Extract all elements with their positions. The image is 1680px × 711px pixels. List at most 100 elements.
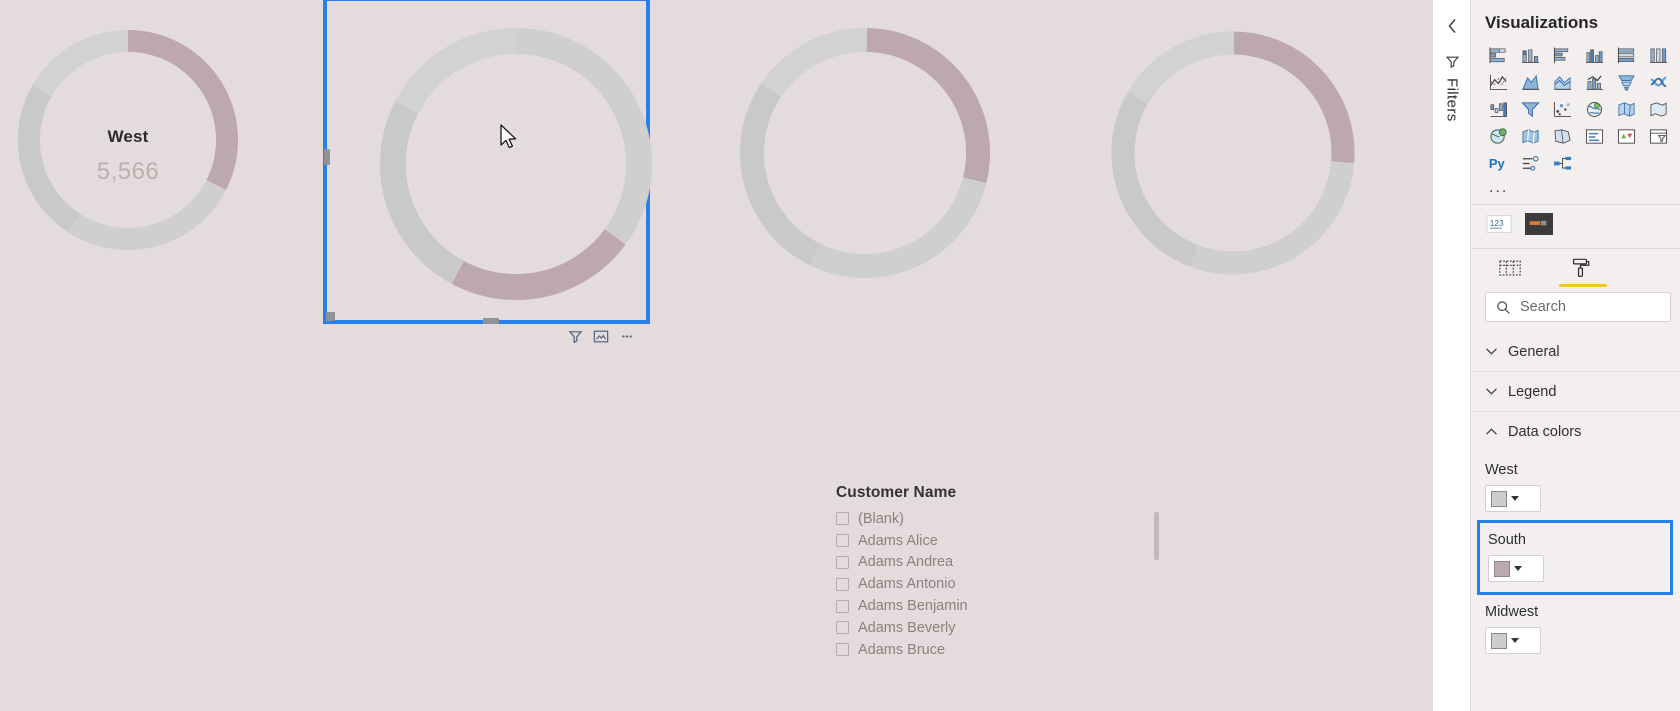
slicer-scrollbar-thumb[interactable] [1154, 512, 1159, 560]
customer-name-slicer[interactable]: Customer Name (Blank) Adams Alice Adams … [836, 484, 1156, 661]
search-icon [1497, 300, 1510, 314]
slicer-item-label: (Blank) [858, 510, 904, 527]
visual-action-bar[interactable] [562, 325, 640, 347]
list-item[interactable]: Adams Alice [836, 530, 1156, 552]
chevron-down-icon[interactable] [1514, 566, 1522, 571]
power-bi-report-window: West 5,566 Customer Name (Blank) Adams A… [0, 0, 1680, 711]
panel-title: Visualizations [1485, 13, 1599, 32]
slicer-checkbox[interactable] [836, 555, 849, 569]
waterfall-chart-icon[interactable] [1485, 97, 1512, 122]
more-visuals-icon[interactable]: ... [1471, 180, 1680, 198]
slicer-checkbox[interactable] [836, 577, 849, 591]
slicer-checkbox[interactable] [836, 534, 849, 548]
map-icon[interactable] [1581, 97, 1608, 122]
decomposition-tree-icon[interactable] [1549, 151, 1576, 176]
list-item[interactable]: Adams Andrea [836, 552, 1156, 574]
chevron-down-icon [1485, 345, 1498, 358]
format-search-box[interactable]: Search [1485, 292, 1671, 322]
hundred-percent-stacked-bar-icon[interactable] [1613, 43, 1640, 68]
more-options-icon[interactable] [614, 325, 640, 347]
stacked-bar-chart-icon[interactable] [1485, 43, 1512, 68]
chevron-down-icon [1485, 385, 1498, 398]
slicer-checkbox[interactable] [836, 621, 849, 635]
filters-rail-label: Filters [1443, 78, 1461, 122]
color-picker-midwest[interactable] [1485, 627, 1541, 654]
color-swatch [1491, 490, 1507, 507]
resize-handle-left[interactable] [324, 149, 330, 165]
selected-visual-container[interactable] [323, 0, 652, 324]
donut-chart-3-svg [740, 28, 990, 278]
area-chart-icon[interactable] [1517, 70, 1544, 95]
slicer-checkbox[interactable] [836, 512, 849, 526]
format-section-general[interactable]: General [1471, 332, 1680, 372]
format-section-data-colors[interactable]: Data colors [1471, 412, 1680, 451]
python-visual-icon[interactable]: Py [1485, 151, 1512, 176]
filter-funnel-icon[interactable] [1442, 52, 1462, 70]
data-color-row-west: West [1471, 451, 1680, 514]
slicer-icon[interactable] [1645, 124, 1672, 149]
clustered-bar-chart-icon[interactable] [1549, 43, 1576, 68]
hundred-percent-stacked-column-icon[interactable] [1645, 43, 1672, 68]
clustered-column-chart-icon[interactable] [1581, 43, 1608, 68]
visualization-gallery[interactable]: Py [1471, 33, 1680, 182]
donut-chart-3[interactable] [732, 20, 998, 286]
format-section-label: Legend [1508, 383, 1557, 400]
resize-handle-corner[interactable] [326, 312, 335, 321]
general-format-tab[interactable] [1559, 253, 1607, 287]
donut-center-label-west: West [107, 127, 149, 146]
data-color-row-south: South [1477, 520, 1673, 595]
line-chart-icon[interactable] [1485, 70, 1512, 95]
stacked-column-chart-icon[interactable] [1517, 43, 1544, 68]
format-section-label: General [1508, 343, 1560, 360]
search-input[interactable]: Search [1520, 299, 1566, 315]
stacked-area-chart-icon[interactable] [1549, 70, 1576, 95]
color-picker-west[interactable] [1485, 485, 1541, 512]
list-item[interactable]: Adams Benjamin [836, 595, 1156, 617]
list-item[interactable]: Adams Bruce [836, 639, 1156, 661]
list-item[interactable]: Adams Beverly [836, 617, 1156, 639]
line-stacked-column-icon[interactable] [1581, 70, 1608, 95]
data-color-label: South [1488, 532, 1526, 548]
focus-mode-icon[interactable] [588, 325, 614, 347]
gauge-icon[interactable] [1517, 124, 1544, 149]
collapse-pane-icon[interactable] [1440, 14, 1464, 38]
slicer-item-label: Adams Andrea [858, 554, 954, 571]
key-influencers-icon[interactable] [1517, 151, 1544, 176]
shape-map-icon[interactable] [1645, 97, 1672, 122]
resize-handle-bottom[interactable] [483, 318, 499, 324]
data-color-label: West [1485, 462, 1518, 478]
format-section-label: Data colors [1508, 423, 1582, 440]
chevron-down-icon[interactable] [1511, 638, 1519, 643]
filter-icon[interactable] [562, 325, 588, 347]
list-item[interactable]: (Blank) [836, 508, 1156, 530]
treemap-icon[interactable] [1549, 124, 1576, 149]
list-item[interactable]: Adams Antonio [836, 573, 1156, 595]
donut-center-value-west: 5,566 [96, 158, 160, 185]
card-icon[interactable] [1581, 124, 1608, 149]
scatter-chart-icon[interactable] [1549, 97, 1576, 122]
ribbon-chart-icon[interactable] [1645, 70, 1672, 95]
slicer-checkbox[interactable] [836, 643, 849, 657]
chevron-down-icon[interactable] [1511, 496, 1519, 501]
filters-rail[interactable]: Filters [1432, 0, 1471, 711]
donut-chart-west[interactable]: West 5,566 [10, 22, 246, 258]
funnel-chart-icon[interactable] [1613, 70, 1640, 95]
donut-chart-4[interactable] [1104, 24, 1362, 282]
visualizations-panel[interactable]: Visualizations Py ... 123 Search General… [1470, 0, 1680, 711]
format-visual-tab-icon[interactable] [1525, 213, 1553, 235]
fields-tab-icon[interactable]: 123 [1485, 213, 1513, 235]
azure-map-icon[interactable] [1485, 124, 1512, 149]
filled-map-icon[interactable] [1613, 97, 1640, 122]
format-pane-tabs[interactable] [1471, 249, 1680, 287]
slicer-checkbox[interactable] [836, 599, 849, 613]
visual-format-tab[interactable] [1493, 253, 1527, 283]
color-swatch [1494, 560, 1510, 577]
kpi-icon[interactable] [1613, 124, 1640, 149]
format-section-legend[interactable]: Legend [1471, 372, 1680, 412]
color-picker-south[interactable] [1488, 555, 1544, 582]
data-color-label: Midwest [1485, 604, 1539, 620]
donut-chart-selected[interactable] [371, 19, 661, 309]
funnel-chart-icon-2[interactable] [1517, 97, 1544, 122]
report-canvas[interactable]: West 5,566 Customer Name (Blank) Adams A… [0, 0, 1432, 711]
field-well-tabs[interactable]: 123 [1471, 205, 1680, 242]
